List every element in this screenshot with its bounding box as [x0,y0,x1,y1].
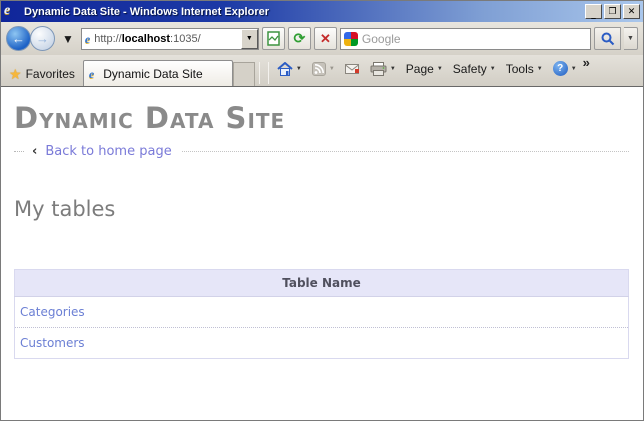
rss-icon [311,61,326,76]
breadcrumb: ‹ Back to home page [14,143,629,159]
tab-favicon-icon: e [88,66,95,81]
window-controls: _ ❐ ✕ [585,4,640,20]
address-input[interactable]: e http://localhost:1035/ ▼ [80,27,259,50]
forward-button[interactable]: → [30,26,55,51]
title-bar: e Dynamic Data Site - Windows Internet E… [1,1,643,22]
tab-title: Dynamic Data Site [103,66,203,81]
back-chevron-icon: ‹ [32,143,38,159]
separator [258,62,260,84]
search-button[interactable] [594,27,621,50]
toolbar-overflow-chevron[interactable]: » [583,55,590,70]
divider [181,150,629,152]
table-header-row: Table Name [14,269,629,297]
url-text: http://localhost:1035/ [94,32,201,45]
refresh-button[interactable]: ⟳ [287,27,311,50]
browser-window: e Dynamic Data Site - Windows Internet E… [0,0,644,421]
new-tab-button[interactable] [232,62,255,86]
menu-page[interactable]: Page ▼ [402,60,447,78]
chevron-down-icon: ▼ [489,65,496,72]
table-name-header: Table Name [282,276,361,290]
chevron-down-icon: ▼ [627,35,634,42]
chevron-down-icon: ▼ [389,65,396,72]
home-icon [277,61,293,76]
stop-button[interactable]: ✕ [313,27,337,50]
separator [267,62,269,84]
maximize-button[interactable]: ❐ [604,4,621,19]
section-heading: My tables [14,197,116,221]
back-button[interactable]: ← [6,26,31,51]
favorites-label: Favorites [25,67,75,81]
help-button[interactable]: ? ▼ [549,59,581,78]
favorites-button[interactable]: ★ Favorites [5,62,83,86]
google-logo-icon [343,31,358,46]
tables-list: Table Name Categories Customers [14,269,629,359]
menu-tools[interactable]: Tools ▼ [502,60,547,78]
ie-logo-icon: e [4,3,11,18]
search-icon [601,32,614,45]
chevron-down-icon: ▼ [295,65,302,72]
search-options-dropdown[interactable]: ▼ [624,27,638,50]
help-icon: ? [552,61,568,76]
table-row: Customers [14,327,629,359]
favorites-star-icon: ★ [9,65,22,82]
back-arrow-icon: ← [12,31,25,46]
home-button[interactable]: ▼ [273,60,306,78]
page-content: Dynamic Data Site ‹ Back to home page My… [1,86,643,420]
stop-icon: ✕ [319,30,331,46]
compatibility-view-button[interactable] [261,27,285,50]
menu-safety[interactable]: Safety ▼ [449,60,500,78]
command-bar: ▼ ▼ ▼ Page ▼ Safety ▼ Tools ▼ ? ▼ [273,55,581,86]
chevron-down-icon: ▼ [328,65,335,72]
table-link-categories[interactable]: Categories [15,305,85,319]
feeds-button[interactable]: ▼ [308,60,339,78]
close-button[interactable]: ✕ [623,4,640,19]
tab-dynamic-data-site[interactable]: e Dynamic Data Site [82,60,233,86]
table-link-customers[interactable]: Customers [15,336,85,350]
divider [14,150,24,152]
chevron-down-icon: ▼ [245,35,253,42]
search-input[interactable]: Google [339,27,591,50]
mail-icon [344,63,359,74]
refresh-icon: ⟳ [293,30,306,46]
page-favicon-icon: e [84,31,91,46]
table-row: Categories [15,297,629,328]
window-title: Dynamic Data Site - Windows Internet Exp… [24,5,270,18]
minimize-button[interactable]: _ [585,4,602,20]
compatibility-page-icon [267,31,280,46]
tabs-bar: ★ Favorites e Dynamic Data Site ▼ ▼ ▼ Pa… [1,55,643,86]
read-mail-button[interactable] [341,61,364,77]
recent-pages-dropdown[interactable]: ▼ [58,30,78,48]
back-to-home-link[interactable]: Back to home page [45,144,171,159]
page-title: Dynamic Data Site [14,101,286,135]
forward-arrow-icon: → [36,31,49,46]
printer-icon [370,61,387,76]
chevron-down-icon: ▼ [62,31,74,46]
address-bar: ← → ▼ e http://localhost:1035/ ▼ ⟳ ✕ Goo… [1,22,643,55]
chevron-down-icon: ▼ [436,65,443,72]
chevron-down-icon: ▼ [536,65,543,72]
address-history-dropdown[interactable]: ▼ [240,28,258,49]
chevron-down-icon: ▼ [570,65,577,72]
search-placeholder: Google [361,31,401,46]
print-button[interactable]: ▼ [366,60,400,78]
